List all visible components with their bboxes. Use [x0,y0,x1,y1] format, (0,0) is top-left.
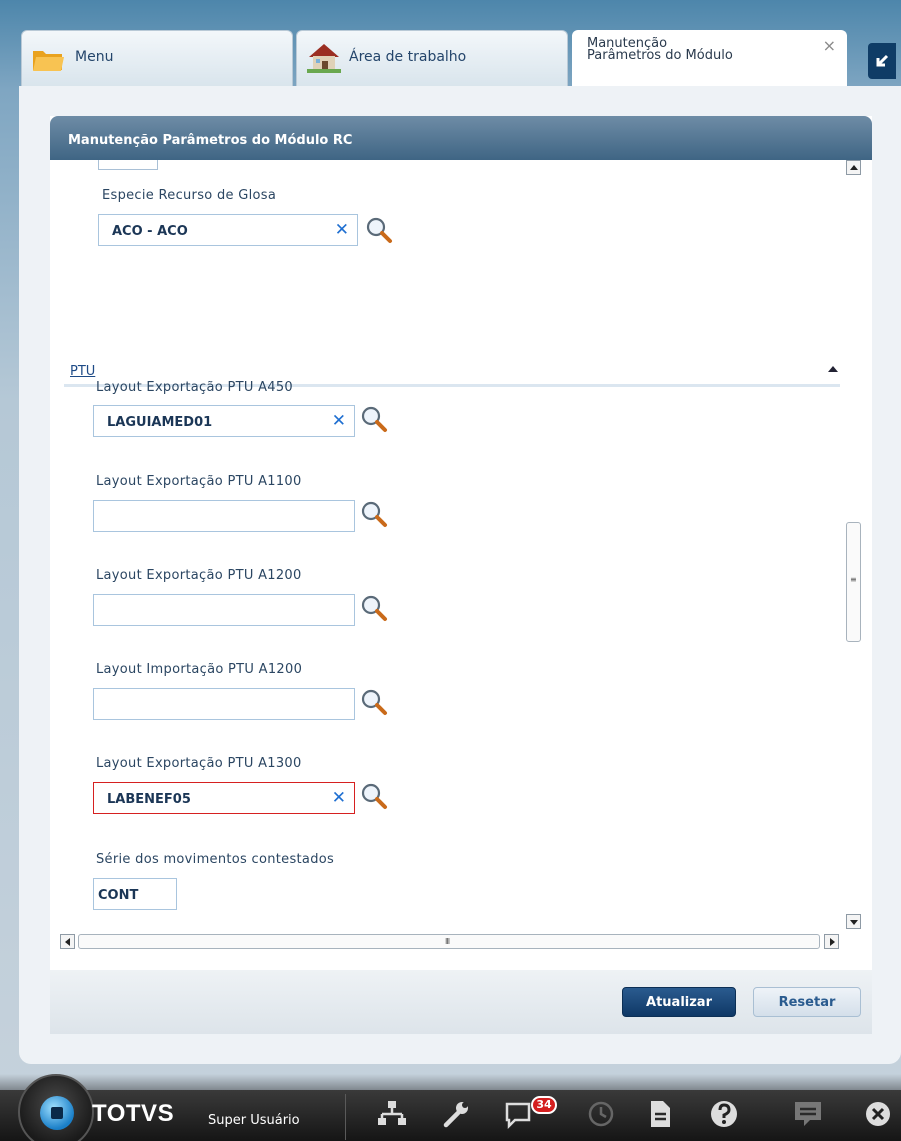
search-icon[interactable] [360,500,388,528]
label-ptu-a1100: Layout Exportação PTU A1100 [96,474,302,489]
search-icon[interactable] [360,688,388,716]
help-icon[interactable] [708,1098,740,1130]
ptu-a450-input[interactable]: LAGUIAMED01 ✕ [93,405,355,437]
arrow-down-left-icon [876,54,889,67]
label-serie-movimentos: Série dos movimentos contestados [96,852,335,867]
tab-close-icon[interactable]: × [823,36,836,55]
horizontal-scroll-thumb[interactable]: III [78,934,820,949]
arrow-right-icon [830,938,835,946]
label-ptu-a1300: Layout Exportação PTU A1300 [96,756,302,771]
current-user[interactable]: Super Usuário [208,1113,300,1128]
panel-footer: Atualizar Resetar [50,970,872,1034]
logo-square [51,1107,63,1119]
close-session-icon[interactable] [862,1098,894,1130]
document-icon[interactable] [644,1098,676,1130]
messages-icon[interactable] [792,1098,824,1130]
arrow-left-icon [65,938,70,946]
search-icon[interactable] [360,594,388,622]
org-chart-icon[interactable] [376,1098,408,1130]
label-especie-recurso-glosa: Especie Recurso de Glosa [102,188,277,203]
update-button[interactable]: Atualizar [622,987,736,1017]
search-icon[interactable] [360,405,388,433]
tab-area-de-trabalho[interactable]: Área de trabalho [296,30,568,88]
especie-recurso-glosa-input[interactable]: ACO - ACO ✕ [98,214,358,246]
ptu-a1200-import-input[interactable] [93,688,355,720]
tab-manutencao-label: Manutenção Parâmetros do Módulo [587,36,733,63]
history-icon[interactable] [585,1098,617,1130]
panel-title: Manutenção Parâmetros do Módulo RC [50,116,872,160]
horizontal-scrollbar[interactable]: III [60,934,844,951]
vertical-scroll-thumb[interactable]: ≡ [846,522,861,642]
clear-icon[interactable]: ✕ [335,222,349,239]
tab-area-label: Área de trabalho [349,49,467,65]
tab-menu-label: Menu [75,49,114,65]
grip-icon: III [445,937,450,946]
totvs-logo-icon [40,1096,74,1130]
tab-manutencao-parametros[interactable]: Manutenção Parâmetros do Módulo × [572,30,847,88]
ptu-a450-value: LAGUIAMED01 [107,415,213,430]
search-icon[interactable] [360,782,388,810]
label-ptu-a1200-export: Layout Exportação PTU A1200 [96,568,302,583]
scroll-down-button[interactable] [846,914,861,929]
parameters-panel: Manutenção Parâmetros do Módulo RC Espec… [50,116,872,1034]
taskbar-divider [345,1094,346,1140]
especie-recurso-glosa-value: ACO - ACO [112,224,188,239]
scroll-left-button[interactable] [60,934,75,949]
grip-icon: ≡ [850,575,857,584]
taskbar-shadow [0,1074,901,1090]
reset-button[interactable]: Resetar [753,987,861,1017]
field-stub [98,160,158,170]
serie-movimentos-value: CONT [98,888,139,903]
ptu-a1100-input[interactable] [93,500,355,532]
arrow-down-icon [850,920,858,925]
wrench-icon[interactable] [440,1098,472,1130]
collapse-arrow-icon[interactable] [828,366,838,372]
search-icon[interactable] [365,216,393,244]
ptu-a1200-export-input[interactable] [93,594,355,626]
ptu-a1300-value: LABENEF05 [107,792,191,807]
notification-badge[interactable]: 34 [531,1096,557,1114]
form-content: Especie Recurso de Glosa ACO - ACO ✕ PTU… [50,160,842,1000]
clear-icon[interactable]: ✕ [332,413,346,430]
folder-icon [33,51,64,71]
arrow-up-icon [850,165,858,170]
ptu-a1300-input[interactable]: LABENEF05 ✕ [93,782,355,814]
brand-name: TOTVS [92,1100,175,1127]
clear-icon[interactable]: ✕ [332,790,346,807]
serie-movimentos-input[interactable]: CONT [93,878,177,910]
scroll-up-button[interactable] [846,160,861,175]
house-icon [307,44,341,73]
vertical-scrollbar[interactable]: ≡ [844,160,864,986]
label-ptu-a1200-import: Layout Importação PTU A1200 [96,662,303,677]
section-ptu-toggle[interactable]: PTU [70,364,95,379]
label-ptu-a450: Layout Exportação PTU A450 [96,380,293,395]
totvs-logo-button[interactable] [18,1074,94,1141]
collapse-button[interactable] [868,43,896,79]
scroll-right-button[interactable] [824,934,839,949]
tab-menu[interactable]: Menu [21,30,293,88]
